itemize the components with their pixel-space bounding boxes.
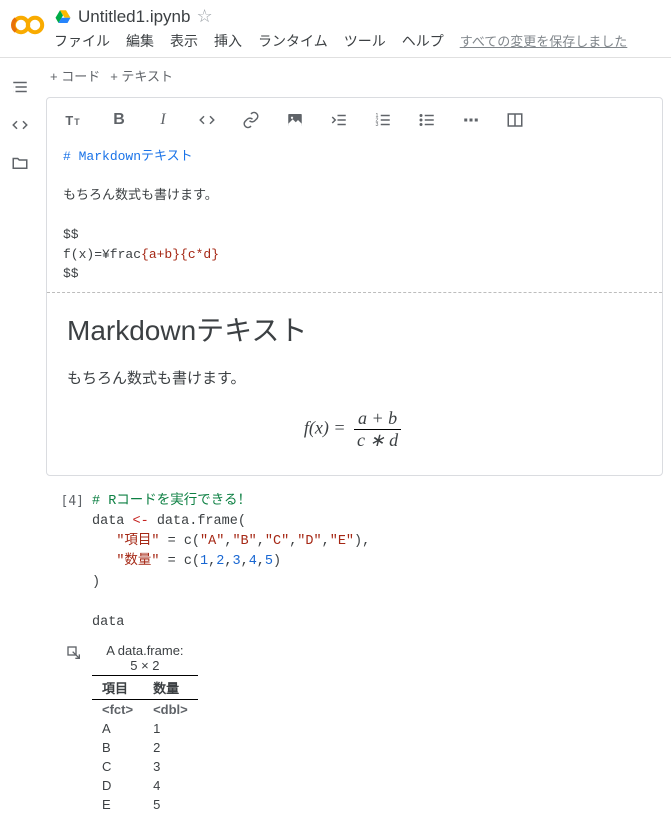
markdown-cell[interactable]: TT B I 123 # Markdownテキスト もちろん数式も書けます。 $… [46,97,663,476]
markdown-editor[interactable]: # Markdownテキスト もちろん数式も書けます。 $$ f(x)=¥fra… [47,143,662,293]
add-cell-bar: + コード + テキスト [46,62,671,97]
drive-icon [54,8,72,26]
code-icon[interactable] [195,108,219,132]
link-icon[interactable] [239,108,263,132]
output-arrow-icon[interactable] [46,643,92,814]
menu-tools[interactable]: ツール [344,31,386,51]
left-sidebar [0,58,40,814]
menu-help[interactable]: ヘルプ [402,31,444,51]
menu-bar: ファイル 編集 表示 挿入 ランタイム ツール ヘルプ すべての変更を保存しまし… [54,31,661,55]
table-row: C3 [92,757,198,776]
output-table: 項目 数量 <fct> <dbl> A1B2C3D4E5 [92,675,198,814]
menu-runtime[interactable]: ランタイム [258,31,328,51]
markdown-toolbar: TT B I 123 [47,98,662,143]
indent-icon[interactable] [327,108,351,132]
col-header: 項目 [92,676,143,700]
col-header: 数量 [143,676,198,700]
bold-icon[interactable]: B [107,108,131,132]
preview-paragraph: もちろん数式も書けます。 [67,367,642,388]
preview-formula: f(x) = a + b c ∗ d [67,408,642,451]
star-icon[interactable]: ☆ [196,6,212,27]
menu-edit[interactable]: 編集 [126,31,154,51]
toc-icon[interactable] [11,78,29,96]
col-type: <fct> [92,700,143,720]
text-size-icon[interactable]: TT [63,108,87,132]
cell-prompt[interactable]: [4] [46,492,92,634]
preview-heading: Markdownテキスト [67,309,642,349]
notebook-title[interactable]: Untitled1.ipynb [78,7,190,27]
col-type: <dbl> [143,700,198,720]
svg-text:T: T [65,113,73,128]
save-status[interactable]: すべての変更を保存しました [460,31,628,51]
menu-insert[interactable]: 挿入 [214,31,242,51]
table-row: B2 [92,738,198,757]
numbered-list-icon[interactable]: 123 [371,108,395,132]
svg-text:3: 3 [376,122,379,128]
colab-logo-icon [10,6,46,42]
hr-icon[interactable] [459,108,483,132]
table-row: E5 [92,795,198,814]
code-snippets-icon[interactable] [11,116,29,134]
code-cell[interactable]: [4] # Rコードを実行できる！ data <- data.frame( "項… [46,492,671,644]
code-editor[interactable]: # Rコードを実行できる！ data <- data.frame( "項目" =… [92,492,663,634]
cell-output: A data.frame: 5 × 2 項目 数量 <fct> <dbl> A1… [46,643,671,814]
menu-view[interactable]: 表示 [170,31,198,51]
add-code-button[interactable]: + コード [50,66,100,85]
image-icon[interactable] [283,108,307,132]
files-icon[interactable] [11,154,29,172]
bulleted-list-icon[interactable] [415,108,439,132]
preview-icon[interactable] [503,108,527,132]
table-row: A1 [92,719,198,738]
menu-file[interactable]: ファイル [54,31,110,51]
app-header: Untitled1.ipynb ☆ ファイル 編集 表示 挿入 ランタイム ツー… [0,0,671,57]
output-dim: 5 × 2 [92,658,198,673]
markdown-preview: Markdownテキスト もちろん数式も書けます。 f(x) = a + b c… [47,293,662,475]
output-caption: A data.frame: [92,643,198,658]
italic-icon[interactable]: I [151,108,175,132]
add-text-button[interactable]: + テキスト [110,66,173,85]
table-row: D4 [92,776,198,795]
svg-text:T: T [74,117,80,127]
